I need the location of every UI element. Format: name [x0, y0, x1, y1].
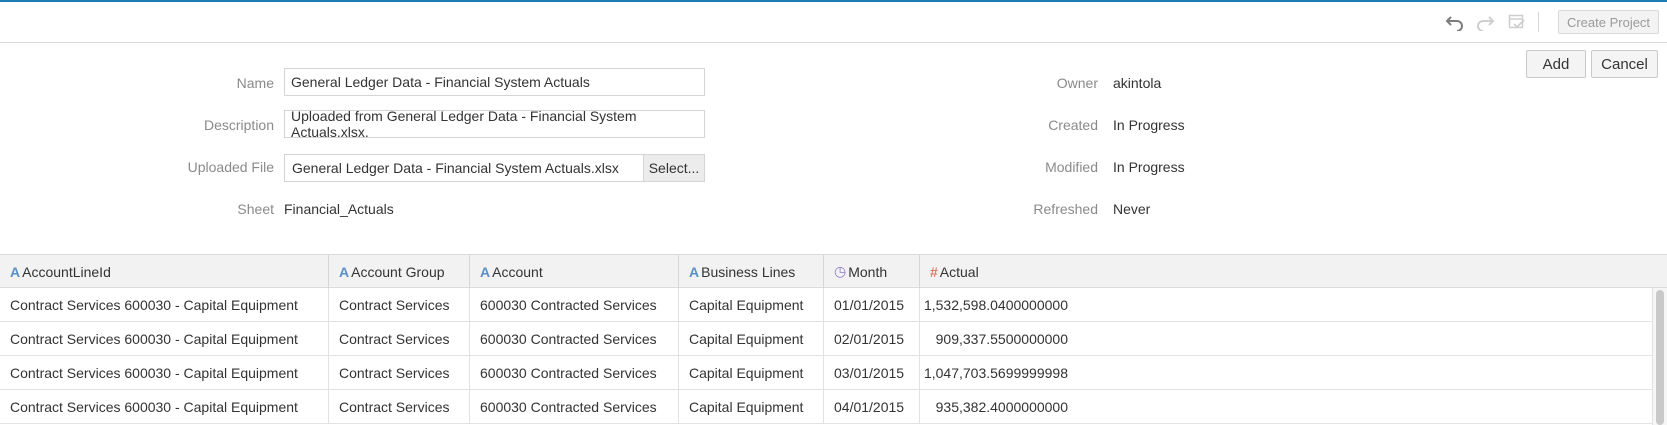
created-label: Created: [1048, 117, 1098, 133]
cell-month: 02/01/2015: [824, 322, 920, 355]
sheet-label: Sheet: [237, 201, 274, 217]
owner-label: Owner: [1056, 75, 1098, 91]
cell-account-group: Contract Services: [329, 390, 470, 423]
cell-month: 01/01/2015: [824, 288, 920, 321]
text-type-icon: A: [339, 263, 350, 280]
cell-accountlineid: Contract Services 600030 - Capital Equip…: [0, 390, 329, 423]
sheet-value: Financial_Actuals: [284, 201, 394, 217]
cell-account-group: Contract Services: [329, 322, 470, 355]
column-header-business-lines[interactable]: A Business Lines: [679, 255, 824, 288]
cell-account: 600030 Contracted Services: [470, 356, 679, 389]
toolbar-separator: [1538, 12, 1539, 32]
description-input[interactable]: Uploaded from General Ledger Data - Fina…: [284, 108, 705, 140]
select-file-button[interactable]: Select...: [643, 155, 704, 181]
cell-month: 03/01/2015: [824, 356, 920, 389]
cell-account: 600030 Contracted Services: [470, 288, 679, 321]
cell-accountlineid: Contract Services 600030 - Capital Equip…: [0, 288, 329, 321]
column-header-actual[interactable]: # Actual: [920, 255, 1667, 288]
table-row[interactable]: Contract Services 600030 - Capital Equip…: [0, 288, 1652, 322]
text-type-icon: A: [689, 263, 700, 280]
text-type-icon: A: [10, 263, 21, 280]
cell-account-group: Contract Services: [329, 288, 470, 321]
cell-actual: 909,337.5500000000: [935, 330, 1068, 347]
uploaded-file-name: General Ledger Data - Financial System A…: [292, 160, 619, 176]
cell-account: 600030 Contracted Services: [470, 322, 679, 355]
cell-accountlineid: Contract Services 600030 - Capital Equip…: [0, 356, 329, 389]
undo-icon[interactable]: [1444, 11, 1466, 33]
data-preview-table: A AccountLineId A Account Group A Account A…: [0, 254, 1667, 425]
cell-actual: 1,532,598.0400000000: [923, 296, 1068, 313]
name-input[interactable]: General Ledger Data - Financial System A…: [284, 68, 705, 96]
cell-business-lines: Capital Equipment: [679, 390, 824, 423]
refreshed-label: Refreshed: [1033, 201, 1098, 217]
add-button[interactable]: Add: [1526, 50, 1586, 78]
uploaded-file-label: Uploaded File: [187, 159, 274, 175]
cell-business-lines: Capital Equipment: [679, 288, 824, 321]
column-header-accountlineid[interactable]: A AccountLineId: [0, 255, 329, 288]
name-label: Name: [236, 75, 274, 91]
cancel-button[interactable]: Cancel: [1591, 50, 1658, 78]
cell-actual: 1,047,703.5699999998: [923, 364, 1068, 381]
table-header: A AccountLineId A Account Group A Account A…: [0, 254, 1667, 288]
modified-value: In Progress: [1113, 159, 1185, 175]
modified-label: Modified: [1045, 159, 1098, 175]
number-type-icon: #: [930, 263, 938, 280]
cell-business-lines: Capital Equipment: [679, 356, 824, 389]
uploaded-file-field: General Ledger Data - Financial System A…: [284, 154, 705, 182]
create-project-button[interactable]: Create Project: [1558, 10, 1659, 34]
column-header-account[interactable]: A Account: [470, 255, 679, 288]
cell-business-lines: Capital Equipment: [679, 322, 824, 355]
cell-actual: 935,382.4000000000: [935, 398, 1068, 415]
created-value: In Progress: [1113, 117, 1185, 133]
cell-account: 600030 Contracted Services: [470, 390, 679, 423]
text-type-icon: A: [480, 263, 491, 280]
table-row[interactable]: Contract Services 600030 - Capital Equip…: [0, 356, 1652, 390]
refreshed-value: Never: [1113, 201, 1151, 217]
cell-accountlineid: Contract Services 600030 - Capital Equip…: [0, 322, 329, 355]
owner-value: akintola: [1113, 75, 1162, 91]
redo-icon[interactable]: [1474, 11, 1496, 33]
toolbar: Create Project: [0, 2, 1667, 43]
validate-icon[interactable]: [1506, 11, 1528, 33]
table-row[interactable]: Contract Services 600030 - Capital Equip…: [0, 322, 1652, 356]
cell-month: 04/01/2015: [824, 390, 920, 423]
column-header-month[interactable]: ◷ Month: [824, 255, 920, 288]
scrollbar-thumb[interactable]: [1656, 290, 1664, 425]
column-header-account-group[interactable]: A Account Group: [329, 255, 470, 288]
cell-account-group: Contract Services: [329, 356, 470, 389]
clock-type-icon: ◷: [834, 263, 847, 279]
vertical-scrollbar[interactable]: [1652, 288, 1667, 425]
table-row[interactable]: Contract Services 600030 - Capital Equip…: [0, 390, 1652, 424]
description-label: Description: [203, 117, 274, 133]
